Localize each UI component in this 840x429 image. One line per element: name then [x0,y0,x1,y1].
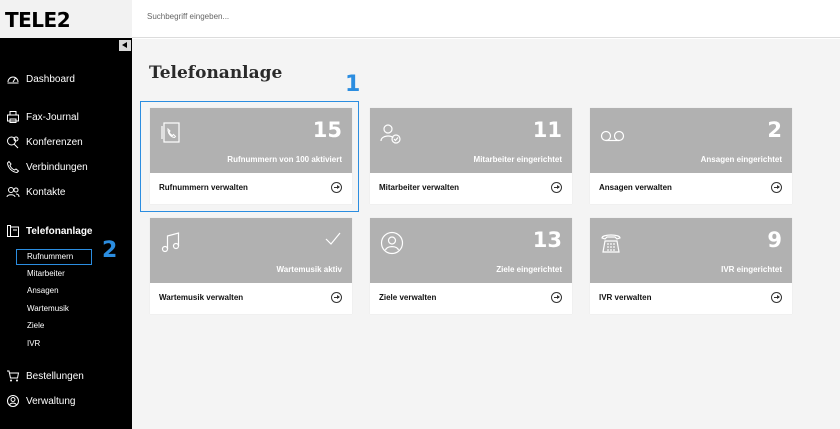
sidebar-subitem-mitarbeiter[interactable]: Mitarbeiter [27,268,65,280]
brand-logo[interactable]: TELE2 [5,8,71,32]
card-footer[interactable]: Mitarbeiter verwalten [370,173,572,204]
annotation-number-1: 1 [345,72,361,97]
card-footer[interactable]: IVR verwalten [590,283,792,314]
card-link[interactable]: Ziele verwalten [379,293,436,302]
sidebar-item-label: Verbindungen [26,161,88,173]
card-subtitle: Ziele eingerichtet [496,265,562,274]
sidebar-subitem-rufnummern[interactable]: Rufnummern [27,251,73,263]
arrow-right-circle-icon[interactable] [551,292,562,303]
card-link[interactable]: Wartemusik verwalten [159,293,243,302]
card-footer[interactable]: Ansagen verwalten [590,173,792,204]
sidebar-item-telefonanlage[interactable]: Telefonanlage [6,223,93,239]
sidebar-item-label: Dashboard [26,73,75,85]
sidebar-item-label: Verwaltung [26,395,76,407]
cart-icon [6,369,20,383]
card-count: 2 [767,118,782,142]
card-header: 2 Ansagen eingerichtet [590,108,792,173]
card-count: 11 [532,118,562,142]
sidebar-subitem-ziele[interactable]: Ziele [27,320,44,332]
check-icon [325,232,341,245]
sidebar-subitem-ivr[interactable]: IVR [27,338,40,350]
card-subtitle: Mitarbeiter eingerichtet [473,155,562,164]
card-subtitle: Wartemusik aktiv [276,265,342,274]
sidebar-item-label: Kontakte [26,186,66,198]
card-header: 9 IVR eingerichtet [590,218,792,283]
annotation-number-2: 2 [102,238,118,263]
main-content: Telefonanlage 15 Rufnummern von 100 akti… [132,39,840,429]
voicemail-icon [600,121,626,145]
card-ivr[interactable]: 9 IVR eingerichtet IVR verwalten [590,218,792,314]
card-subtitle: Ansagen eingerichtet [700,155,782,164]
desk-phone-icon [600,231,622,255]
user-check-icon [380,121,402,145]
card-footer[interactable]: Wartemusik verwalten [150,283,352,314]
card-ansagen[interactable]: 2 Ansagen eingerichtet Ansagen verwalten [590,108,792,204]
top-bar [132,0,840,38]
contacts-icon [6,185,20,199]
music-note-icon [160,231,182,255]
sidebar-subitem-wartemusik[interactable]: Wartemusik [27,303,69,315]
card-header: 13 Ziele eingerichtet [370,218,572,283]
arrow-right-circle-icon[interactable] [771,292,782,303]
card-count: 13 [532,228,562,252]
sidebar-item-konferenzen[interactable]: Konferenzen [6,134,83,150]
sidebar-item-label: Konferenzen [26,136,83,148]
card-link[interactable]: Mitarbeiter verwalten [379,183,459,192]
logo-area: TELE2 [0,0,132,38]
pbx-icon [6,224,20,238]
card-header: 11 Mitarbeiter eingerichtet [370,108,572,173]
page-title: Telefonanlage [149,63,283,83]
sidebar: TELE2 Dashboard Fax-Journal Konferenzen [0,0,132,429]
sidebar-item-kontakte[interactable]: Kontakte [6,184,65,200]
sidebar-subitem-ansagen[interactable]: Ansagen [27,285,59,297]
arrow-right-circle-icon[interactable] [551,182,562,193]
card-mitarbeiter[interactable]: 11 Mitarbeiter eingerichtet Mitarbeiter … [370,108,572,204]
card-link[interactable]: Ansagen verwalten [599,183,672,192]
card-wartemusik[interactable]: Wartemusik aktiv Wartemusik verwalten [150,218,352,314]
app-root: TELE2 Dashboard Fax-Journal Konferenzen [0,0,840,429]
card-ziele[interactable]: 13 Ziele eingerichtet Ziele verwalten [370,218,572,314]
collapse-sidebar-button[interactable] [119,40,131,51]
admin-icon [6,394,20,408]
sidebar-item-fax-journal[interactable]: Fax-Journal [6,109,79,125]
arrow-right-circle-icon[interactable] [331,292,342,303]
sidebar-item-label: Fax-Journal [26,111,79,123]
card-header: Wartemusik aktiv [150,218,352,283]
fax-icon [6,110,20,124]
dashboard-icon [6,72,20,86]
card-subtitle: IVR eingerichtet [721,265,782,274]
card-footer[interactable]: Ziele verwalten [370,283,572,314]
card-highlight-annotation [140,101,359,212]
card-link[interactable]: IVR verwalten [599,293,651,302]
card-count: 9 [767,228,782,252]
sidebar-item-verbindungen[interactable]: Verbindungen [6,159,88,175]
sidebar-item-label: Bestellungen [26,370,84,382]
target-user-icon [380,231,404,255]
sidebar-item-bestellungen[interactable]: Bestellungen [6,368,84,384]
arrow-right-circle-icon[interactable] [771,182,782,193]
sidebar-item-label: Telefonanlage [26,225,93,237]
conference-icon [6,135,20,149]
search-input[interactable] [147,12,447,21]
sidebar-item-verwaltung[interactable]: Verwaltung [6,393,75,409]
phone-icon [6,160,20,174]
sidebar-item-dashboard[interactable]: Dashboard [6,71,75,87]
